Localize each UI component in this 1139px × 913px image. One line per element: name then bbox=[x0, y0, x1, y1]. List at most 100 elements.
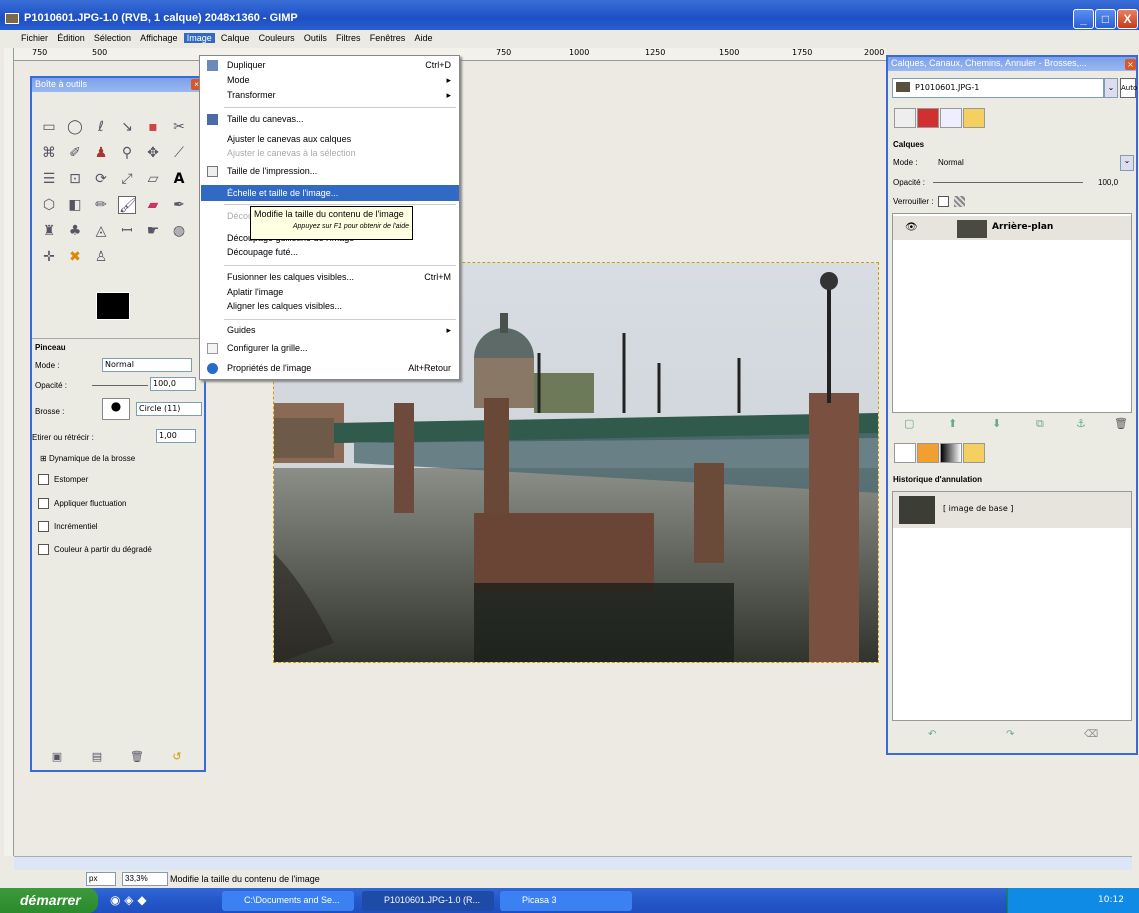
crosshair-icon[interactable]: ✛ bbox=[40, 248, 58, 266]
tab-pattern-icon[interactable] bbox=[917, 443, 939, 463]
start-button[interactable]: démarrer bbox=[0, 888, 98, 913]
menu-item-echelle-taille[interactable]: Échelle et taille de l'image... bbox=[201, 185, 459, 201]
menu-item-aligner[interactable]: Aligner les calques visibles... bbox=[227, 301, 457, 311]
color-select-icon[interactable]: ▪ bbox=[144, 118, 162, 136]
perspective-icon[interactable]: ⬡ bbox=[40, 196, 58, 214]
task-picasa[interactable]: Picasa 3 bbox=[500, 891, 632, 911]
foreground-select-icon[interactable]: ⌘ bbox=[40, 144, 58, 162]
close-button[interactable]: X bbox=[1117, 9, 1138, 29]
menu-item-guides[interactable]: Guides ▸ bbox=[227, 325, 457, 335]
zoom-select[interactable]: 33,3% bbox=[122, 872, 168, 886]
minimize-button[interactable]: _ bbox=[1073, 9, 1094, 29]
menu-item-grille[interactable]: Configurer la grille... bbox=[227, 343, 457, 353]
checkbox-gradient-color[interactable] bbox=[38, 544, 49, 555]
opacity-slider[interactable] bbox=[92, 385, 148, 386]
menu-fenetres[interactable]: Fenêtres bbox=[367, 33, 409, 43]
clear-history-icon[interactable]: ⌫ bbox=[1084, 729, 1098, 740]
menu-item-ajuster-calques[interactable]: Ajuster le canevas aux calques bbox=[227, 134, 457, 144]
mode-select[interactable]: Normal bbox=[102, 358, 192, 372]
scale-icon[interactable]: ⤢ bbox=[118, 170, 136, 188]
bucket-icon[interactable]: ✖ bbox=[66, 248, 84, 266]
brush-name[interactable]: Circle (11) bbox=[136, 402, 202, 416]
delete-options-icon[interactable]: 🗑 bbox=[128, 748, 146, 766]
move-icon[interactable]: ✥ bbox=[144, 144, 162, 162]
layers-opacity-slider[interactable] bbox=[933, 182, 1083, 183]
dock-close-icon[interactable]: × bbox=[1125, 59, 1136, 70]
ellipse-select-icon[interactable]: ◯ bbox=[66, 118, 84, 136]
ink-icon[interactable]: ♜ bbox=[40, 222, 58, 240]
history-item[interactable]: [ image de base ] bbox=[943, 504, 1013, 513]
brush-preview[interactable]: ● bbox=[102, 398, 130, 420]
checkbox-estomper[interactable] bbox=[38, 474, 49, 485]
dodge-icon[interactable]: ◍ bbox=[170, 222, 188, 240]
eye-icon[interactable]: 👁 bbox=[905, 222, 918, 233]
reset-options-icon[interactable]: ↺ bbox=[168, 748, 186, 766]
zoom-icon[interactable]: ⚲ bbox=[118, 144, 136, 162]
flip-icon[interactable]: ◧ bbox=[66, 196, 84, 214]
scissors-icon[interactable]: ✂ bbox=[170, 118, 188, 136]
menu-aide[interactable]: Aide bbox=[411, 33, 435, 43]
lock-pixels-checkbox[interactable] bbox=[938, 196, 949, 207]
image-select[interactable]: P1010601.JPG-1 bbox=[892, 78, 1104, 98]
menu-calque[interactable]: Calque bbox=[218, 33, 253, 43]
new-layer-icon[interactable]: ▢ bbox=[904, 417, 914, 430]
clone-icon[interactable]: ♣ bbox=[66, 222, 84, 240]
task-gimp[interactable]: P1010601.JPG-1.0 (R... bbox=[362, 891, 494, 911]
menu-item-mode[interactable]: Mode ▸ bbox=[227, 75, 457, 85]
menu-affichage[interactable]: Affichage bbox=[137, 33, 180, 43]
layers-mode-select[interactable]: Normal bbox=[938, 158, 964, 167]
menu-image[interactable]: Image bbox=[183, 33, 215, 43]
menu-selection[interactable]: Sélection bbox=[91, 33, 134, 43]
scale-input[interactable]: 1,00 bbox=[156, 429, 196, 443]
menu-edition[interactable]: Édition bbox=[54, 33, 88, 43]
rect-select-icon[interactable]: ▭ bbox=[40, 118, 58, 136]
auto-button[interactable]: Auto bbox=[1120, 78, 1137, 98]
vertical-ruler[interactable] bbox=[4, 48, 14, 856]
free-select-icon[interactable]: ℓ bbox=[92, 118, 110, 136]
quicklaunch-icons[interactable]: ◉ ◈ ◆ bbox=[110, 893, 147, 907]
align-icon[interactable]: ☰ bbox=[40, 170, 58, 188]
crop-icon[interactable]: ⊡ bbox=[66, 170, 84, 188]
checkbox-fluctuation[interactable] bbox=[38, 498, 49, 509]
menu-item-dupliquer[interactable]: Dupliquer Ctrl+D bbox=[227, 60, 457, 70]
restore-options-icon[interactable]: ▤ bbox=[88, 748, 106, 766]
dynamics-expander[interactable]: ⊞ Dynamique de la brosse bbox=[40, 454, 135, 463]
pencil-icon[interactable]: ✏ bbox=[92, 196, 110, 214]
paintbrush-icon[interactable]: 🖌 bbox=[118, 196, 137, 214]
delete-layer-icon[interactable]: 🗑 bbox=[1114, 417, 1128, 430]
measure-icon[interactable]: ⟋ bbox=[170, 144, 188, 162]
lower-layer-icon[interactable]: ⬇ bbox=[992, 417, 1001, 430]
dock-titlebar[interactable]: Calques, Canaux, Chemins, Annuler - Bros… bbox=[888, 57, 1136, 71]
menu-item-ajuster-selection[interactable]: Ajuster le canevas à la sélection bbox=[227, 148, 457, 158]
blur-icon[interactable]: ꟷ bbox=[118, 222, 136, 240]
foreground-color-swatch[interactable] bbox=[96, 292, 130, 320]
toolbox-titlebar[interactable]: Boîte à outils × bbox=[32, 78, 204, 92]
menu-fichier[interactable]: Fichier bbox=[18, 33, 51, 43]
menu-item-fusionner[interactable]: Fusionner les calques visibles... Ctrl+M bbox=[227, 272, 457, 282]
paths-icon[interactable]: ✐ bbox=[66, 144, 84, 162]
tab-brush-icon[interactable] bbox=[894, 443, 916, 463]
chevron-down-icon[interactable]: ⌄ bbox=[1120, 155, 1134, 171]
menu-item-proprietes[interactable]: Propriétés de l'image Alt+Retour bbox=[227, 363, 457, 373]
horizontal-scrollbar[interactable] bbox=[14, 856, 1132, 870]
undo-icon[interactable]: ↶ bbox=[928, 729, 936, 740]
menu-item-taille-impression[interactable]: Taille de l'impression... bbox=[227, 166, 457, 176]
layer-name[interactable]: Arrière-plan bbox=[992, 222, 1053, 232]
menu-outils[interactable]: Outils bbox=[301, 33, 330, 43]
rotate-icon[interactable]: ⟳ bbox=[92, 170, 110, 188]
raise-layer-icon[interactable]: ⬆ bbox=[948, 417, 957, 430]
duplicate-layer-icon[interactable]: ⧉ bbox=[1036, 417, 1044, 431]
tab-gradient-icon[interactable] bbox=[940, 443, 962, 463]
redo-icon[interactable]: ↷ bbox=[1006, 729, 1014, 740]
menu-item-taille-canevas[interactable]: Taille du canevas... bbox=[227, 114, 457, 124]
airbrush-icon[interactable]: ✒ bbox=[170, 196, 188, 214]
menu-filtres[interactable]: Filtres bbox=[333, 33, 364, 43]
checkbox-incremental[interactable] bbox=[38, 521, 49, 532]
tab-paths-icon[interactable] bbox=[940, 108, 962, 128]
maximize-button[interactable]: □ bbox=[1095, 9, 1116, 29]
unit-select[interactable]: px bbox=[86, 872, 116, 886]
smudge-icon[interactable]: ☛ bbox=[144, 222, 162, 240]
lock-alpha-icon[interactable] bbox=[954, 196, 965, 207]
text-icon[interactable]: A bbox=[170, 170, 188, 188]
tab-channels-icon[interactable] bbox=[917, 108, 939, 128]
